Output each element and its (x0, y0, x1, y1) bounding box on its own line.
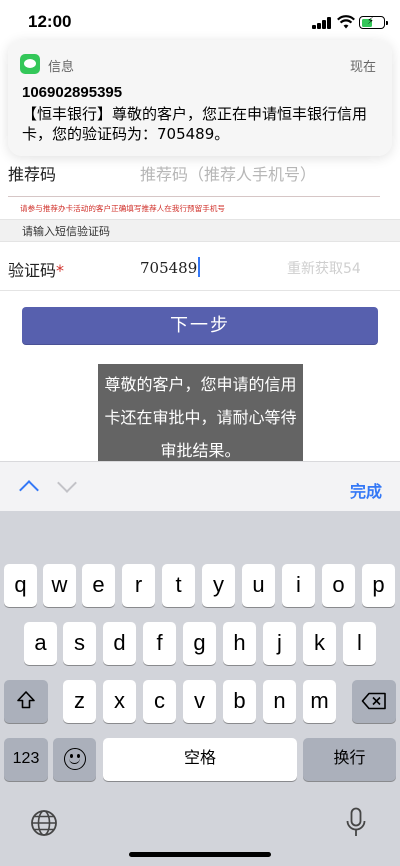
next-step-button[interactable]: 下一步 (22, 307, 378, 345)
referrer-tip: 请参与推荐办卡活动的客户正确填写推荐人在我行预留手机号 (20, 204, 226, 213)
key-n[interactable]: n (263, 680, 296, 723)
wifi-icon (337, 15, 355, 29)
sms-section-header: 请输入短信验证码 (0, 219, 400, 242)
key-m[interactable]: m (303, 680, 336, 723)
divider (8, 196, 380, 197)
globe-icon[interactable] (30, 809, 58, 837)
verification-code-value: 705489 (140, 259, 198, 277)
key-k[interactable]: k (303, 622, 336, 665)
previous-field-chevron-up-icon[interactable] (19, 480, 39, 500)
divider (0, 290, 400, 291)
messages-app-icon (20, 54, 40, 74)
key-o[interactable]: o (322, 564, 355, 607)
return-key[interactable]: 换行 (303, 738, 396, 781)
key-y[interactable]: y (202, 564, 235, 607)
key-u[interactable]: u (242, 564, 275, 607)
keyboard: q w e r t y u i o p a s d f g h j k l z … (0, 511, 400, 866)
key-s[interactable]: s (63, 622, 96, 665)
key-x[interactable]: x (103, 680, 136, 723)
key-a[interactable]: a (24, 622, 57, 665)
home-indicator[interactable] (129, 852, 271, 857)
status-time: 12:00 (28, 12, 72, 31)
sms-section-title: 请输入短信验证码 (22, 225, 110, 238)
key-h[interactable]: h (223, 622, 256, 665)
space-key[interactable]: 空格 (103, 738, 297, 781)
done-button[interactable]: 完成 (350, 478, 382, 502)
verification-code-label-text: 验证码 (8, 261, 57, 280)
key-i[interactable]: i (282, 564, 315, 607)
numbers-key[interactable]: 123 (4, 738, 48, 781)
key-b[interactable]: b (223, 680, 256, 723)
key-r[interactable]: r (122, 564, 155, 607)
key-g[interactable]: g (183, 622, 216, 665)
text-caret (198, 257, 201, 277)
resend-code-button[interactable]: 重新获取54 (287, 258, 361, 278)
referrer-input[interactable]: 推荐码（推荐人手机号） (140, 161, 316, 185)
key-l[interactable]: l (343, 622, 376, 665)
delete-key[interactable] (352, 680, 396, 723)
key-q[interactable]: q (4, 564, 37, 607)
key-p[interactable]: p (362, 564, 395, 607)
key-w[interactable]: w (43, 564, 76, 607)
key-z[interactable]: z (63, 680, 96, 723)
key-d[interactable]: d (103, 622, 136, 665)
verification-code-input[interactable]: 705489 (140, 257, 201, 277)
delete-backward-icon (361, 692, 386, 710)
notification-time: 现在 (349, 60, 376, 75)
emoji-icon (63, 748, 86, 770)
required-mark: * (56, 261, 65, 280)
key-f[interactable]: f (143, 622, 176, 665)
key-j[interactable]: j (263, 622, 296, 665)
referrer-label: 推荐码 (8, 165, 57, 184)
notification-app-name: 信息 (48, 60, 75, 75)
key-v[interactable]: v (183, 680, 216, 723)
notification-body: 【恒丰银行】尊敬的客户，您正在申请恒丰银行信用卡，您的验证码为：705489。 (22, 105, 368, 143)
emoji-key[interactable] (53, 738, 96, 781)
key-t[interactable]: t (162, 564, 195, 607)
toast-message: 尊敬的客户，您申请的信用卡还在审批中，请耐心等待审批结果。 (98, 364, 303, 464)
microphone-icon[interactable] (346, 807, 366, 839)
keyboard-accessory-bar: 完成 (0, 461, 400, 511)
verification-code-label: 验证码* (8, 257, 64, 281)
key-e[interactable]: e (82, 564, 115, 607)
message-notification[interactable]: 信息 现在 106902895395 【恒丰银行】尊敬的客户，您正在申请恒丰银行… (8, 40, 392, 156)
shift-key[interactable] (4, 680, 48, 723)
cellular-signal-icon (312, 17, 332, 29)
key-c[interactable]: c (143, 680, 176, 723)
shift-icon (17, 691, 35, 709)
next-field-chevron-down-icon[interactable] (57, 473, 77, 493)
notification-sender: 106902895395 (22, 84, 123, 101)
battery-icon: ⚡ (359, 16, 388, 29)
